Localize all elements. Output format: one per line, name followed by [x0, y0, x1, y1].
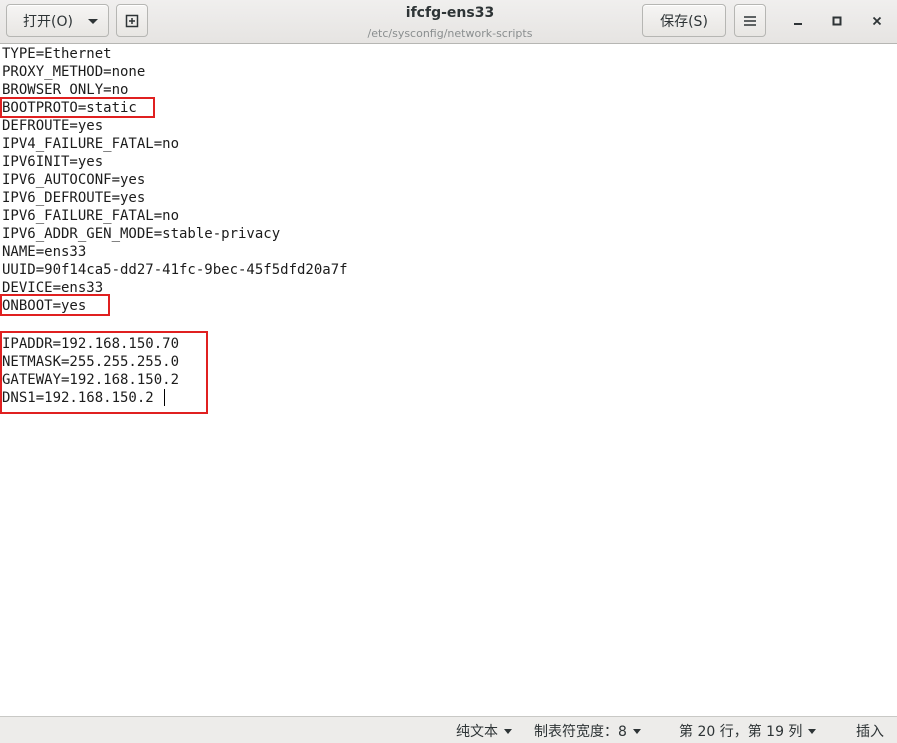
code-line: TYPE=Ethernet [2, 46, 112, 62]
menu-button[interactable] [734, 4, 766, 37]
code-line: DEFROUTE=yes [2, 118, 104, 134]
tab-width-label: 制表符宽度：8 [534, 724, 627, 740]
highlight-box-onboot [0, 294, 110, 316]
code-line: NAME=ens33 [2, 244, 87, 260]
code-line: IPV6_ADDR_GEN_MODE=stable-privacy [2, 226, 281, 242]
syntax-mode-label: 纯文本 [456, 724, 498, 740]
code-line: IPV4_FAILURE_FATAL=no [2, 136, 180, 152]
window-title: ifcfg-ens33 [405, 5, 495, 21]
text-editor[interactable]: TYPE=Ethernet PROXY_METHOD=none BROWSER_… [0, 45, 897, 716]
cursor-position-selector[interactable]: 第 20 行，第 19 列 [679, 722, 817, 740]
insert-mode-indicator: 插入 [856, 722, 884, 740]
new-document-button[interactable] [116, 4, 148, 37]
status-bar: 纯文本 制表符宽度：8 第 20 行，第 19 列 插入 [0, 716, 897, 743]
syntax-mode-selector[interactable]: 纯文本 [456, 722, 512, 740]
header-bar: 打开(O) ifcfg-ens33 /etc/sysconfig/network… [0, 0, 897, 44]
chevron-down-icon [632, 728, 641, 734]
close-button[interactable] [867, 11, 887, 31]
open-button[interactable]: 打开(O) [6, 4, 109, 37]
code-line: PROXY_METHOD=none [2, 64, 146, 80]
highlight-box-network-settings [0, 331, 208, 414]
code-line: IPV6_DEFROUTE=yes [2, 190, 146, 206]
maximize-button[interactable] [827, 11, 847, 31]
open-button-label: 打开(O) [23, 13, 73, 30]
chevron-down-icon [504, 728, 512, 734]
window-subtitle: /etc/sysconfig/network-scripts [367, 27, 533, 40]
cursor-position-label: 第 20 行，第 19 列 [679, 724, 803, 740]
code-line: IPV6_FAILURE_FATAL=no [2, 208, 180, 224]
chevron-down-icon [88, 19, 98, 24]
minimize-icon [794, 23, 802, 25]
insert-mode-label: 插入 [856, 724, 884, 740]
new-document-icon [125, 14, 139, 27]
minimize-button[interactable] [788, 11, 808, 31]
maximize-icon [832, 16, 842, 26]
window-title-area: ifcfg-ens33 /etc/sysconfig/network-scrip… [300, 5, 600, 40]
save-button-label: 保存(S) [660, 13, 708, 30]
close-icon [872, 16, 882, 26]
save-button[interactable]: 保存(S) [642, 4, 726, 37]
tab-width-selector[interactable]: 制表符宽度：8 [534, 722, 641, 740]
code-line: UUID=90f14ca5-dd27-41fc-9bec-45f5dfd20a7… [2, 262, 348, 278]
hamburger-menu-icon [744, 15, 756, 26]
code-line: IPV6_AUTOCONF=yes [2, 172, 146, 188]
code-line: IPV6INIT=yes [2, 154, 104, 170]
chevron-down-icon [808, 728, 817, 734]
highlight-box-bootproto [0, 97, 155, 118]
